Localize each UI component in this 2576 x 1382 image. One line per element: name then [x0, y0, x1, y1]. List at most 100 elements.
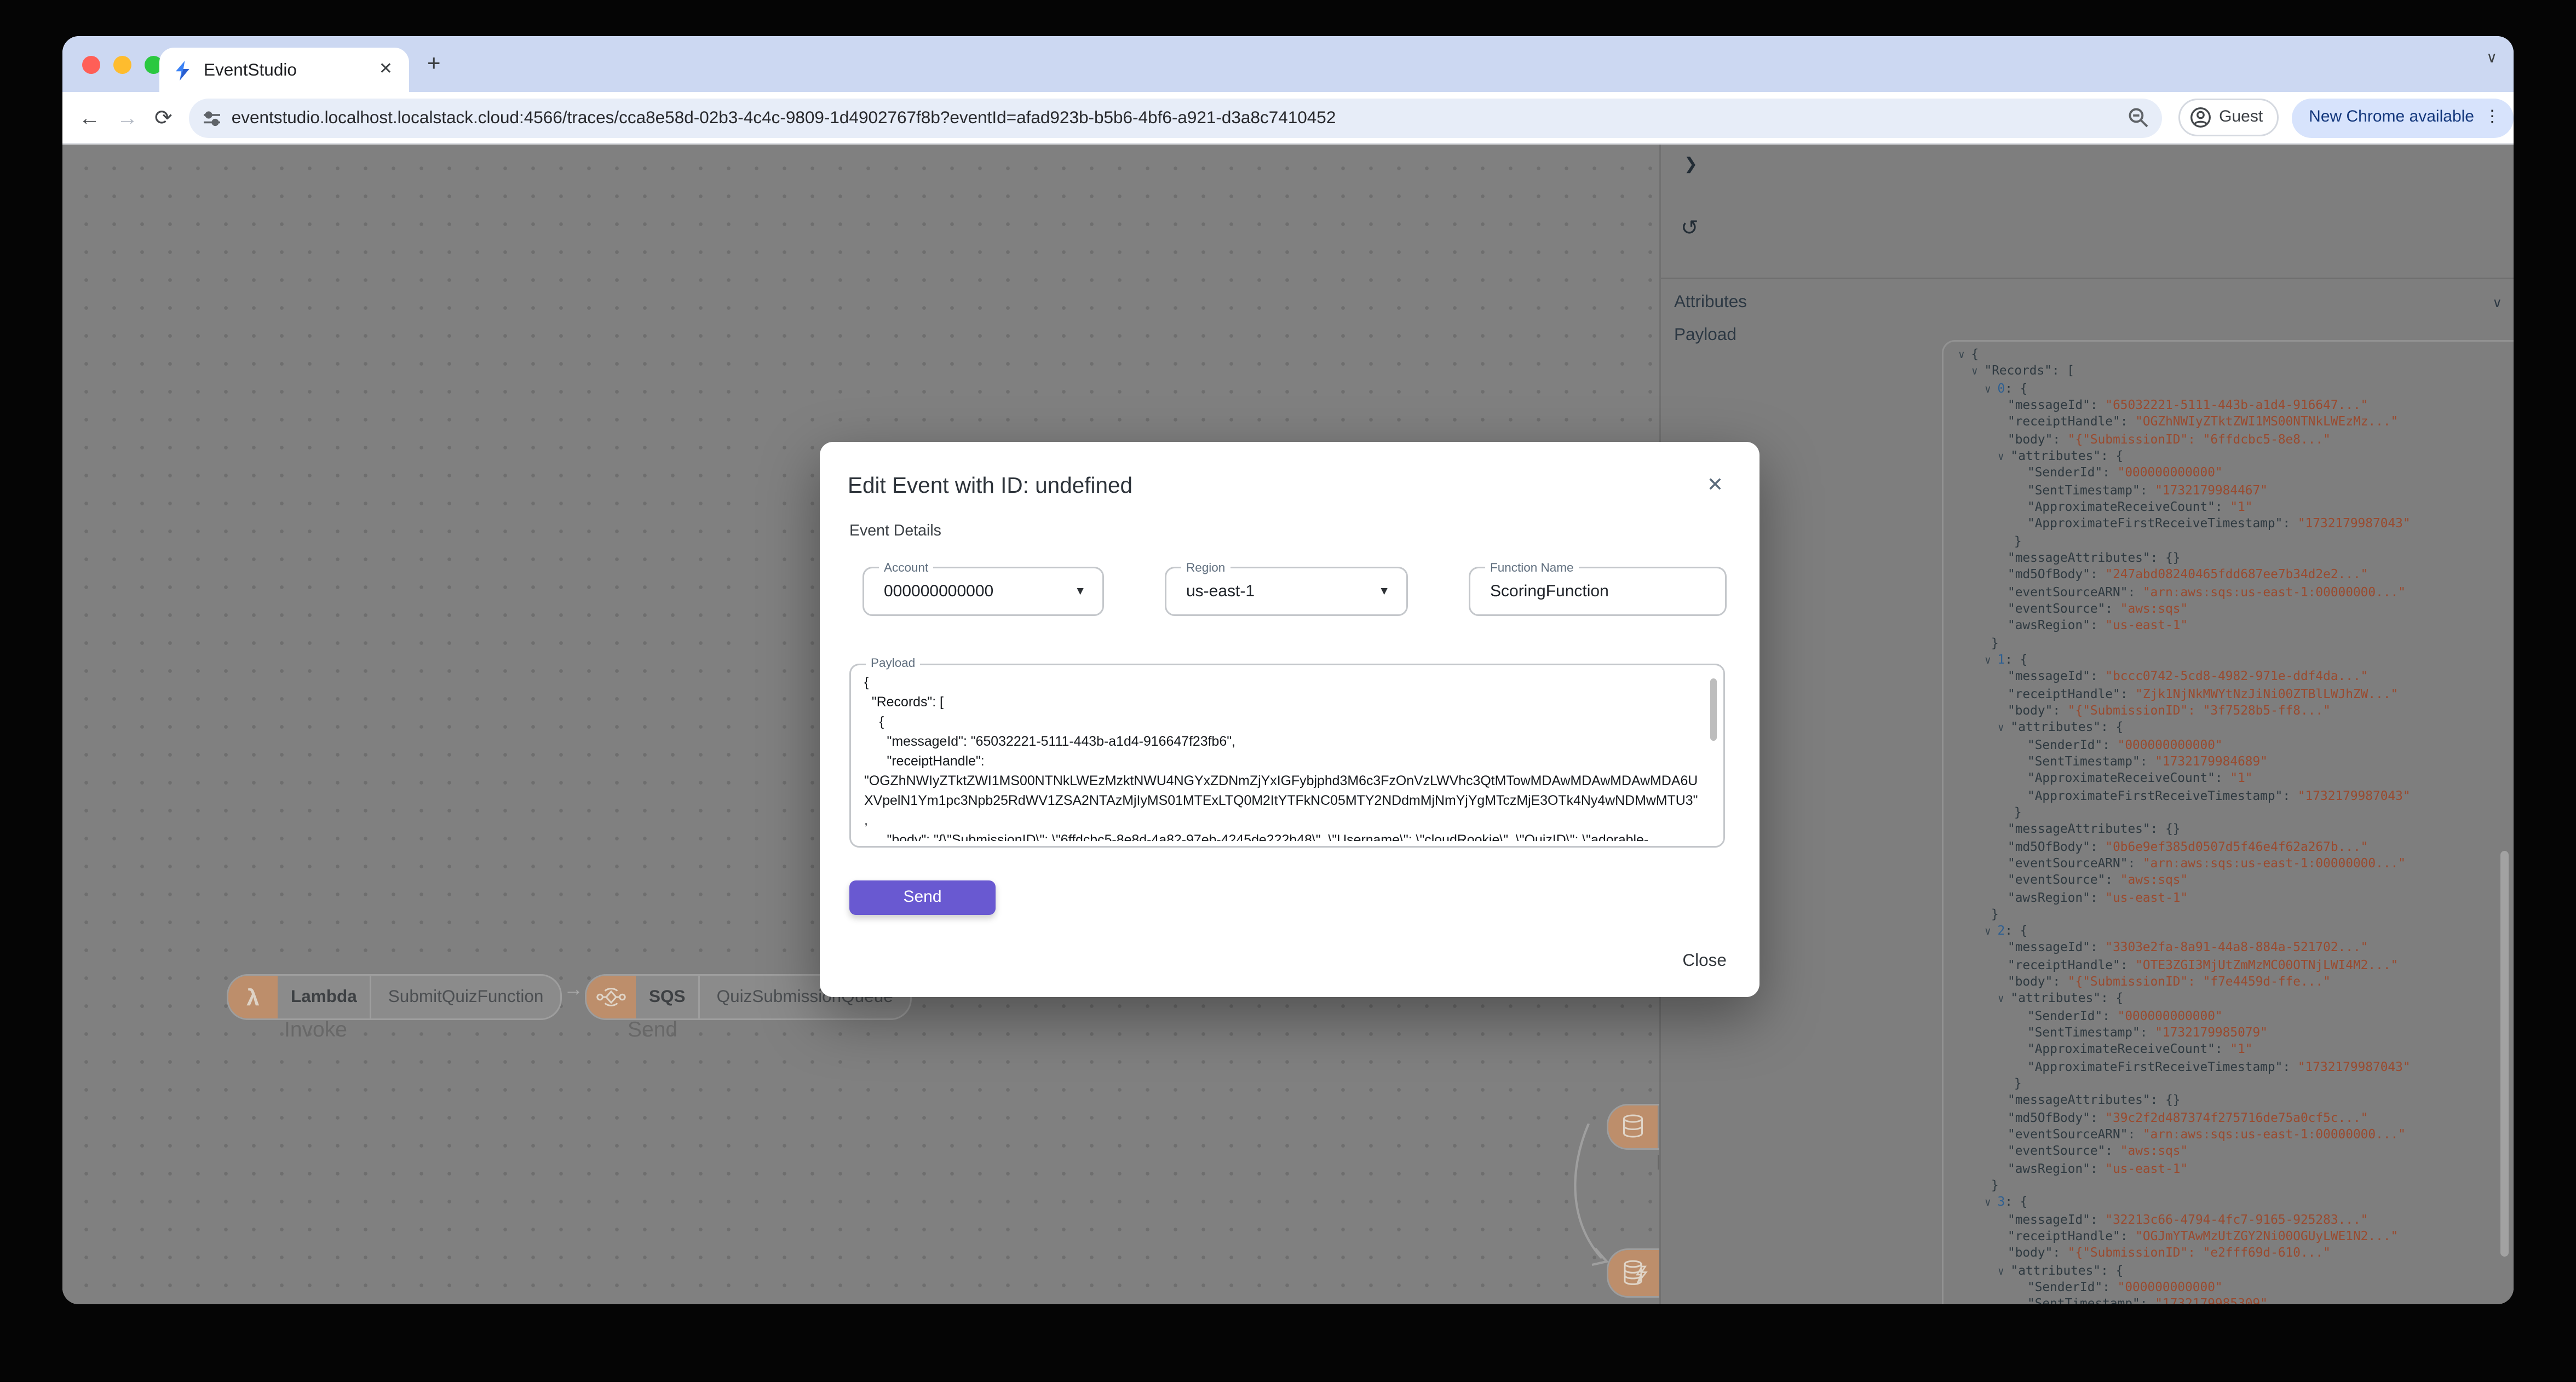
- json-line: }: [1991, 635, 1999, 650]
- account-dropdown-caret-icon[interactable]: ▼: [1074, 586, 1102, 597]
- json-line: "SenderId": "000000000000": [2027, 736, 2223, 752]
- tree-caret-icon[interactable]: ∨: [1971, 365, 1984, 378]
- json-line: "body": "{"SubmissionID": "6ffdcbc5-8e8.…: [2008, 431, 2331, 446]
- back-button[interactable]: ←: [79, 105, 100, 130]
- tree-caret-icon[interactable]: ∨: [1985, 382, 1997, 395]
- payload-textarea[interactable]: Payload { "Records": [ { "messageId": "6…: [849, 657, 1725, 848]
- json-line: "md5OfBody": "39c2f2d487374f275716de75a0…: [2008, 1110, 2368, 1125]
- json-line: "ApproximateReceiveCount": "1": [2027, 499, 2253, 514]
- chrome-update-pill[interactable]: New Chrome available ⋮: [2292, 97, 2514, 137]
- tree-caret-icon[interactable]: ∨: [1985, 925, 1997, 938]
- function-name-label: Function Name: [1485, 560, 1579, 574]
- account-label: Account: [879, 560, 934, 574]
- browser-toolbar: ← → ⟳ eventstudio.localhost.localstack.c…: [62, 92, 2514, 145]
- close-button[interactable]: Close: [1682, 951, 1727, 971]
- screenshot-stage: EventStudio ✕ + ∨ ← → ⟳ eventstudio.loca…: [0, 0, 2576, 1381]
- tree-caret-icon[interactable]: ∨: [1998, 722, 2010, 735]
- json-line: "md5OfBody": "247abd08240465fdd687ee7b34…: [2008, 567, 2368, 582]
- modal-close-icon[interactable]: ✕: [1707, 473, 1723, 496]
- json-line: "SentTimestamp": "1732179984467": [2027, 482, 2268, 497]
- eventstudio-favicon-icon: [173, 60, 192, 80]
- new-tab-button[interactable]: +: [427, 51, 441, 74]
- zoom-out-indicator-icon[interactable]: [2127, 107, 2148, 128]
- tab-strip: EventStudio ✕ + ∨: [62, 36, 2514, 92]
- json-line: "ApproximateReceiveCount": "1": [2027, 770, 2253, 786]
- event-details-label: Event Details: [849, 522, 941, 540]
- json-line: "ApproximateFirstReceiveTimestamp": "173…: [2027, 787, 2411, 803]
- tab-eventstudio[interactable]: EventStudio ✕: [159, 48, 409, 92]
- json-line: "messageId": "3303e2fa-8a91-44a8-884a-52…: [2008, 940, 2368, 955]
- close-window-button[interactable]: [82, 56, 100, 74]
- url-text[interactable]: eventstudio.localhost.localstack.cloud:4…: [232, 108, 2127, 128]
- tab-title: EventStudio: [204, 60, 297, 80]
- node-service-label: Lambda: [278, 976, 372, 1018]
- tree-caret-icon[interactable]: ∨: [1998, 1264, 2010, 1277]
- details-panel: ❯ ↺ Attributes ∨ Payload ∨ {∨ "Records":…: [1659, 145, 2514, 1304]
- json-line: "receiptHandle": "OGZhNWIyZTktZWI1MS00NT…: [2008, 414, 2399, 429]
- json-line: ∨ 0: {: [1985, 380, 2028, 395]
- profile-chip[interactable]: Guest: [2178, 99, 2280, 136]
- payload-text[interactable]: { "Records": [ { "messageId": "65032221-…: [864, 672, 1700, 841]
- node-dynamodb-bottom[interactable]: DynamoDB: [1607, 1248, 1659, 1298]
- json-line: }: [1991, 906, 1999, 922]
- tab-search-chevron-icon[interactable]: ∨: [2486, 49, 2497, 67]
- payload-scrollbar[interactable]: [1710, 678, 1717, 741]
- json-line: "SentTimestamp": "1732179985079": [2027, 1025, 2268, 1040]
- json-line: "messageId": "bccc0742-5cd8-4982-971e-dd…: [2008, 669, 2368, 684]
- tree-caret-icon[interactable]: ∨: [1985, 654, 1997, 667]
- json-line: "awsRegion": "us-east-1": [2008, 1161, 2188, 1176]
- json-line: "body": "{"SubmissionID": "3f7528b5-ff8.…: [2008, 702, 2331, 718]
- json-line: }: [1991, 1178, 1999, 1193]
- collapse-panel-chevron-icon[interactable]: ❯: [1684, 156, 1698, 174]
- address-bar[interactable]: eventstudio.localhost.localstack.cloud:4…: [188, 97, 2162, 137]
- reload-button[interactable]: ⟳: [154, 105, 173, 131]
- json-line: "awsRegion": "us-east-1": [2008, 618, 2188, 633]
- send-button[interactable]: Send: [849, 880, 996, 915]
- tree-caret-icon[interactable]: ∨: [1958, 348, 1971, 361]
- payload-json-tree[interactable]: ∨ {∨ "Records": [∨ 0: {"messageId": "650…: [1942, 340, 2514, 1304]
- attributes-section-header[interactable]: Attributes ∨: [1674, 292, 2502, 312]
- json-line: ∨ "attributes": {: [1998, 719, 2124, 735]
- panel-scrollbar[interactable]: [2500, 851, 2509, 1257]
- json-line: ∨ "attributes": {: [1998, 991, 2124, 1006]
- tab-close-icon[interactable]: ✕: [376, 61, 396, 79]
- json-line: "messageAttributes": {}: [2008, 550, 2181, 565]
- tree-caret-icon[interactable]: ∨: [1998, 993, 2010, 1006]
- tree-caret-icon[interactable]: ∨: [1985, 1196, 1997, 1210]
- json-line: ∨ "attributes": {: [1998, 1263, 2124, 1278]
- json-line: }: [2014, 1076, 2022, 1091]
- chevron-down-icon: ∨: [2492, 295, 2502, 310]
- region-label: Region: [1181, 560, 1231, 574]
- edit-event-modal: Edit Event with ID: undefined ✕ Event De…: [820, 442, 1760, 997]
- function-name-value: ScoringFunction: [1490, 582, 1609, 601]
- node-service-label: SQS: [636, 976, 700, 1018]
- function-name-field[interactable]: Function Name ScoringFunction: [1469, 560, 1727, 616]
- account-select[interactable]: Account 000000000000 ▼: [863, 560, 1104, 616]
- region-select[interactable]: Region us-east-1 ▼: [1165, 560, 1408, 616]
- replay-icon[interactable]: ↺: [1681, 215, 1699, 241]
- forward-button[interactable]: →: [117, 105, 138, 130]
- minimize-window-button[interactable]: [113, 56, 131, 74]
- json-line: "ApproximateFirstReceiveTimestamp": "173…: [2027, 516, 2411, 531]
- json-line: ∨ 2: {: [1985, 923, 2028, 938]
- window-controls: [82, 56, 163, 74]
- payload-field-label: Payload: [866, 657, 921, 670]
- json-line: "awsRegion": "us-east-1": [2008, 889, 2188, 905]
- json-line: "SenderId": "000000000000": [2027, 465, 2223, 480]
- json-line: "receiptHandle": "OTE3ZGI3MjUtZmMzMC00OT…: [2008, 957, 2399, 972]
- json-line: "eventSourceARN": "arn:aws:sqs:us-east-1…: [2008, 855, 2406, 871]
- tree-caret-icon[interactable]: ∨: [1998, 450, 2010, 463]
- json-line: "receiptHandle": "Zjk1NjNkMWYtNzJiNi00ZT…: [2008, 686, 2399, 701]
- attributes-label: Attributes: [1674, 292, 1747, 312]
- edge-label-invoke: Invoke: [284, 1017, 347, 1041]
- json-line: ∨ {: [1958, 347, 1979, 361]
- json-line: "eventSource": "aws:sqs": [2008, 1144, 2188, 1159]
- menu-kebab-icon[interactable]: ⋮: [2484, 108, 2500, 126]
- event-fields-row: Account 000000000000 ▼ Region us-east-1 …: [863, 560, 1727, 616]
- json-line: }: [2014, 804, 2022, 820]
- region-dropdown-caret-icon[interactable]: ▼: [1378, 586, 1406, 597]
- node-lambda-submitquizfunction[interactable]: λ Lambda SubmitQuizFunction: [227, 974, 562, 1020]
- json-line: ∨ 1: {: [1985, 652, 2028, 667]
- sqs-icon: [586, 976, 636, 1018]
- site-info-icon[interactable]: [202, 108, 222, 128]
